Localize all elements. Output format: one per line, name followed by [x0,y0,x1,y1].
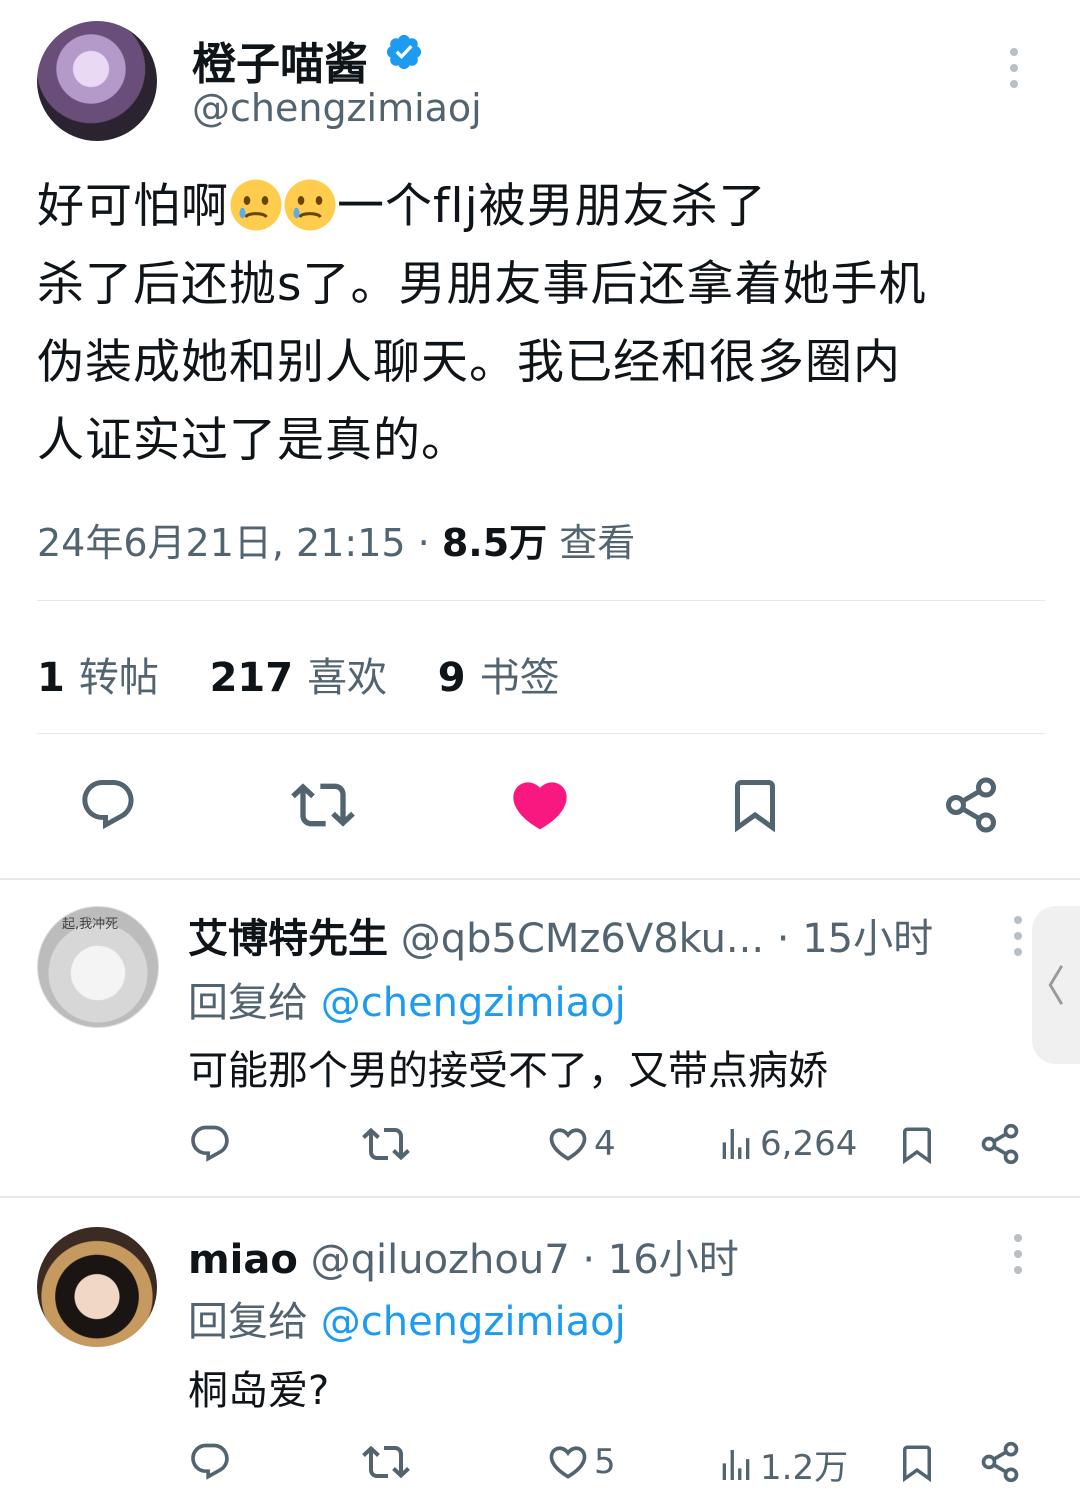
reply-author-name[interactable]: miao [188,1237,298,1283]
views-count: 8.5万 [441,521,548,565]
bookmark-icon [735,780,775,833]
like-button[interactable] [505,770,575,840]
views-chart-icon [722,1129,750,1159]
reply-view-count: 6,264 [760,1124,858,1164]
reply-header: miao @qiluozhou7 · 16小时 [188,1227,739,1285]
reply-to-handle[interactable]: @chengzimiaoj [321,1299,626,1345]
heart-icon [549,1128,587,1161]
author-name[interactable]: 橙子喵酱 [192,28,368,92]
bookmarks-count: 9 [437,655,466,701]
repost-button[interactable] [362,1438,410,1486]
bookmarks-stat[interactable]: 9 书签 [438,655,560,701]
views-button[interactable]: 6,264 [716,1122,857,1166]
reply-author-name[interactable]: 艾博特先生 [188,916,388,962]
author-handle[interactable]: @chengzimiaoj [192,86,482,130]
repost-icon [362,1445,410,1479]
views-button[interactable]: 1.2万 [716,1440,848,1489]
repost-button[interactable] [362,1120,410,1168]
bookmark-button[interactable] [896,1440,938,1486]
crying-face-emoji-icon [284,179,336,231]
reply-button[interactable] [188,1440,232,1484]
tweet-meta: 24年6月21日, 21:15 · 8.5万 查看 [37,512,635,567]
reply-time[interactable]: · 15小时 [777,916,933,962]
likes-count: 217 [209,655,294,701]
views-chart-icon [722,1449,750,1480]
share-icon [981,1441,1019,1483]
bookmarks-label: 书签 [479,655,560,701]
reply-text: 可能那个男的接受不了，又带点病娇 [188,1048,828,1094]
heart-filled-icon [513,782,567,830]
crying-face-emoji-icon [230,179,282,231]
reply-view-count: 1.2万 [760,1448,849,1488]
bookmark-button[interactable] [720,770,790,840]
tweet-timestamp[interactable]: 24年6月21日, 21:15 [37,521,406,565]
reply-like-count: 4 [594,1124,616,1164]
reply-icon [191,1125,229,1162]
reply-to-label: 回复给 [188,1299,308,1345]
author-avatar[interactable] [37,21,157,141]
bookmark-button[interactable] [896,1122,938,1168]
views-label: 查看 [559,521,636,565]
reply-icon [82,780,134,830]
repost-icon [362,1127,410,1161]
reply-avatar[interactable] [37,1227,157,1347]
more-options-icon[interactable] [1012,916,1024,956]
heart-icon [549,1446,587,1479]
reposts-label: 转帖 [78,655,159,701]
reply-avatar[interactable]: 起,我冲死 [37,906,159,1028]
reply-header: 艾博特先生 @qb5CMz6V8ku... · 15小时 [188,906,933,964]
reply-icon [191,1443,229,1480]
like-button[interactable]: 5 [546,1440,616,1484]
divider [37,733,1045,734]
reply-to-line: 回复给 @chengzimiaoj [188,1289,626,1347]
reply-button[interactable] [73,770,143,840]
share-button[interactable] [978,1440,1022,1484]
bookmark-icon [903,1445,931,1483]
reply-to-label: 回复给 [188,980,308,1026]
likes-label: 喜欢 [307,655,388,701]
reply-to-handle[interactable]: @chengzimiaoj [321,980,626,1026]
chevron-left-icon [1048,965,1063,1005]
reply-time[interactable]: · 16小时 [582,1237,738,1283]
reposts-count: 1 [37,655,65,701]
tweet-stats: 1 转帖 217 喜欢 9 书签 [37,645,598,703]
likes-stat[interactable]: 217 喜欢 [210,655,388,701]
tweet-text: 好可怕啊 一个flj被男朋友杀了 杀了后还抛s了。男朋友事后还拿着她手机 伪装成她… [37,168,1047,480]
tweet-text-part1: 好可怕啊 [37,179,229,234]
reply-author-handle[interactable]: @qiluozhou7 [311,1237,570,1283]
share-button[interactable] [978,1122,1022,1166]
more-options-icon[interactable] [1012,1234,1024,1274]
meta-separator: · [417,521,430,565]
share-icon [981,1123,1019,1165]
share-button[interactable] [936,770,1006,840]
reply-author-handle[interactable]: @qb5CMz6V8ku... [401,916,764,962]
divider [0,878,1080,880]
repost-icon [291,783,355,827]
verified-badge-icon [386,34,422,70]
like-button[interactable]: 4 [546,1122,616,1166]
bookmark-icon [903,1127,931,1165]
side-panel-tab[interactable] [1032,906,1080,1064]
more-options-icon[interactable] [1008,48,1020,88]
avatar-caption: 起,我冲死 [62,917,119,932]
divider [0,1196,1080,1198]
divider [37,600,1045,601]
reposts-stat[interactable]: 1 转帖 [37,655,159,701]
share-icon [946,777,996,833]
reply-to-line: 回复给 @chengzimiaoj [188,970,626,1028]
reply-button[interactable] [188,1122,232,1166]
repost-button[interactable] [288,770,358,840]
reply-text: 桐岛爱? [188,1368,330,1414]
reply-like-count: 5 [594,1442,616,1482]
